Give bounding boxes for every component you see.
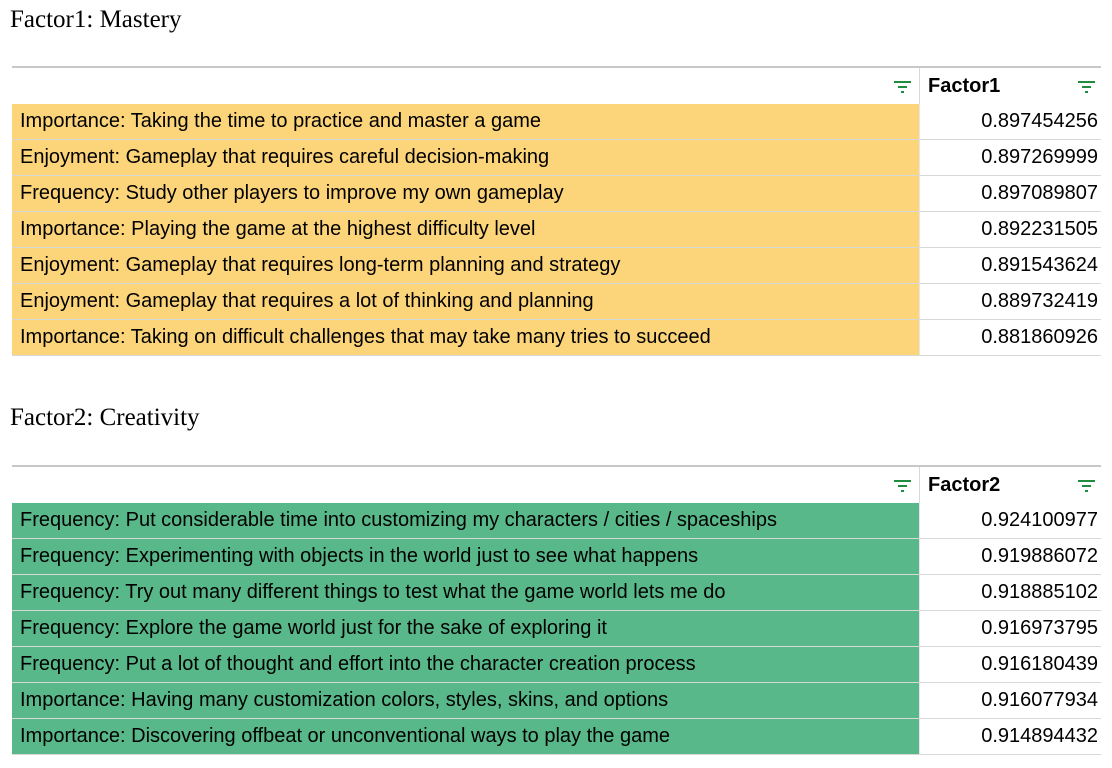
row-value[interactable]: 0.924100977 bbox=[920, 503, 1101, 538]
row-label[interactable]: Enjoyment: Gameplay that requires a lot … bbox=[12, 284, 920, 319]
row-label[interactable]: Importance: Playing the game at the high… bbox=[12, 212, 920, 247]
table-creativity: Factor2 Frequency: Put considerable time… bbox=[12, 465, 1101, 755]
row-value[interactable]: 0.916180439 bbox=[920, 647, 1101, 682]
page: Factor1: Mastery Factor1 Importance: Tak… bbox=[0, 0, 1112, 768]
filter-icon[interactable] bbox=[1078, 81, 1095, 93]
table-mastery: Factor1 Importance: Taking the time to p… bbox=[12, 66, 1101, 356]
filter-icon[interactable] bbox=[894, 81, 911, 93]
table-row[interactable]: Frequency: Study other players to improv… bbox=[12, 176, 1101, 212]
column-header-factor2: Factor2 bbox=[928, 474, 1001, 496]
row-value[interactable]: 0.897089807 bbox=[920, 176, 1101, 211]
filter-icon[interactable] bbox=[894, 480, 911, 492]
row-value[interactable]: 0.892231505 bbox=[920, 212, 1101, 247]
row-value[interactable]: 0.919886072 bbox=[920, 539, 1101, 574]
row-label[interactable]: Frequency: Study other players to improv… bbox=[12, 176, 920, 211]
table-row[interactable]: Enjoyment: Gameplay that requires long-t… bbox=[12, 248, 1101, 284]
header-value-cell: Factor1 bbox=[920, 68, 1101, 104]
table-row[interactable]: Frequency: Explore the game world just f… bbox=[12, 611, 1101, 647]
table-row[interactable]: Frequency: Put a lot of thought and effo… bbox=[12, 647, 1101, 683]
row-label[interactable]: Frequency: Experimenting with objects in… bbox=[12, 539, 920, 574]
table-row[interactable]: Importance: Taking on difficult challeng… bbox=[12, 320, 1101, 356]
table-header: Factor1 bbox=[12, 68, 1101, 104]
table-row[interactable]: Importance: Discovering offbeat or uncon… bbox=[12, 719, 1101, 755]
row-value[interactable]: 0.918885102 bbox=[920, 575, 1101, 610]
row-value[interactable]: 0.889732419 bbox=[920, 284, 1101, 319]
table-row[interactable]: Frequency: Experimenting with objects in… bbox=[12, 539, 1101, 575]
table-body: Importance: Taking the time to practice … bbox=[12, 104, 1101, 356]
row-label[interactable]: Frequency: Explore the game world just f… bbox=[12, 611, 920, 646]
table-row[interactable]: Importance: Having many customization co… bbox=[12, 683, 1101, 719]
table-header: Factor2 bbox=[12, 467, 1101, 503]
row-value[interactable]: 0.881860926 bbox=[920, 320, 1101, 355]
row-label[interactable]: Importance: Discovering offbeat or uncon… bbox=[12, 719, 920, 754]
table-row[interactable]: Enjoyment: Gameplay that requires a lot … bbox=[12, 284, 1101, 320]
row-label[interactable]: Frequency: Try out many different things… bbox=[12, 575, 920, 610]
row-label[interactable]: Importance: Taking on difficult challeng… bbox=[12, 320, 920, 355]
row-label[interactable]: Frequency: Put a lot of thought and effo… bbox=[12, 647, 920, 682]
row-label[interactable]: Enjoyment: Gameplay that requires carefu… bbox=[12, 140, 920, 175]
row-value[interactable]: 0.914894432 bbox=[920, 719, 1101, 754]
filter-icon[interactable] bbox=[1078, 480, 1095, 492]
row-value[interactable]: 0.916973795 bbox=[920, 611, 1101, 646]
row-label[interactable]: Enjoyment: Gameplay that requires long-t… bbox=[12, 248, 920, 283]
row-value[interactable]: 0.897269999 bbox=[920, 140, 1101, 175]
row-value[interactable]: 0.891543624 bbox=[920, 248, 1101, 283]
table-row[interactable]: Frequency: Put considerable time into cu… bbox=[12, 503, 1101, 539]
section-title-mastery: Factor1: Mastery bbox=[10, 6, 182, 33]
table-row[interactable]: Importance: Taking the time to practice … bbox=[12, 104, 1101, 140]
row-label[interactable]: Importance: Having many customization co… bbox=[12, 683, 920, 718]
row-value[interactable]: 0.916077934 bbox=[920, 683, 1101, 718]
header-label-cell bbox=[12, 68, 920, 104]
header-value-cell: Factor2 bbox=[920, 467, 1101, 503]
section-title-creativity: Factor2: Creativity bbox=[10, 404, 200, 431]
table-body: Frequency: Put considerable time into cu… bbox=[12, 503, 1101, 755]
table-row[interactable]: Importance: Playing the game at the high… bbox=[12, 212, 1101, 248]
table-row[interactable]: Enjoyment: Gameplay that requires carefu… bbox=[12, 140, 1101, 176]
column-header-factor1: Factor1 bbox=[928, 75, 1001, 97]
table-row[interactable]: Frequency: Try out many different things… bbox=[12, 575, 1101, 611]
row-label[interactable]: Frequency: Put considerable time into cu… bbox=[12, 503, 920, 538]
row-label[interactable]: Importance: Taking the time to practice … bbox=[12, 104, 920, 139]
row-value[interactable]: 0.897454256 bbox=[920, 104, 1101, 139]
header-label-cell bbox=[12, 467, 920, 503]
